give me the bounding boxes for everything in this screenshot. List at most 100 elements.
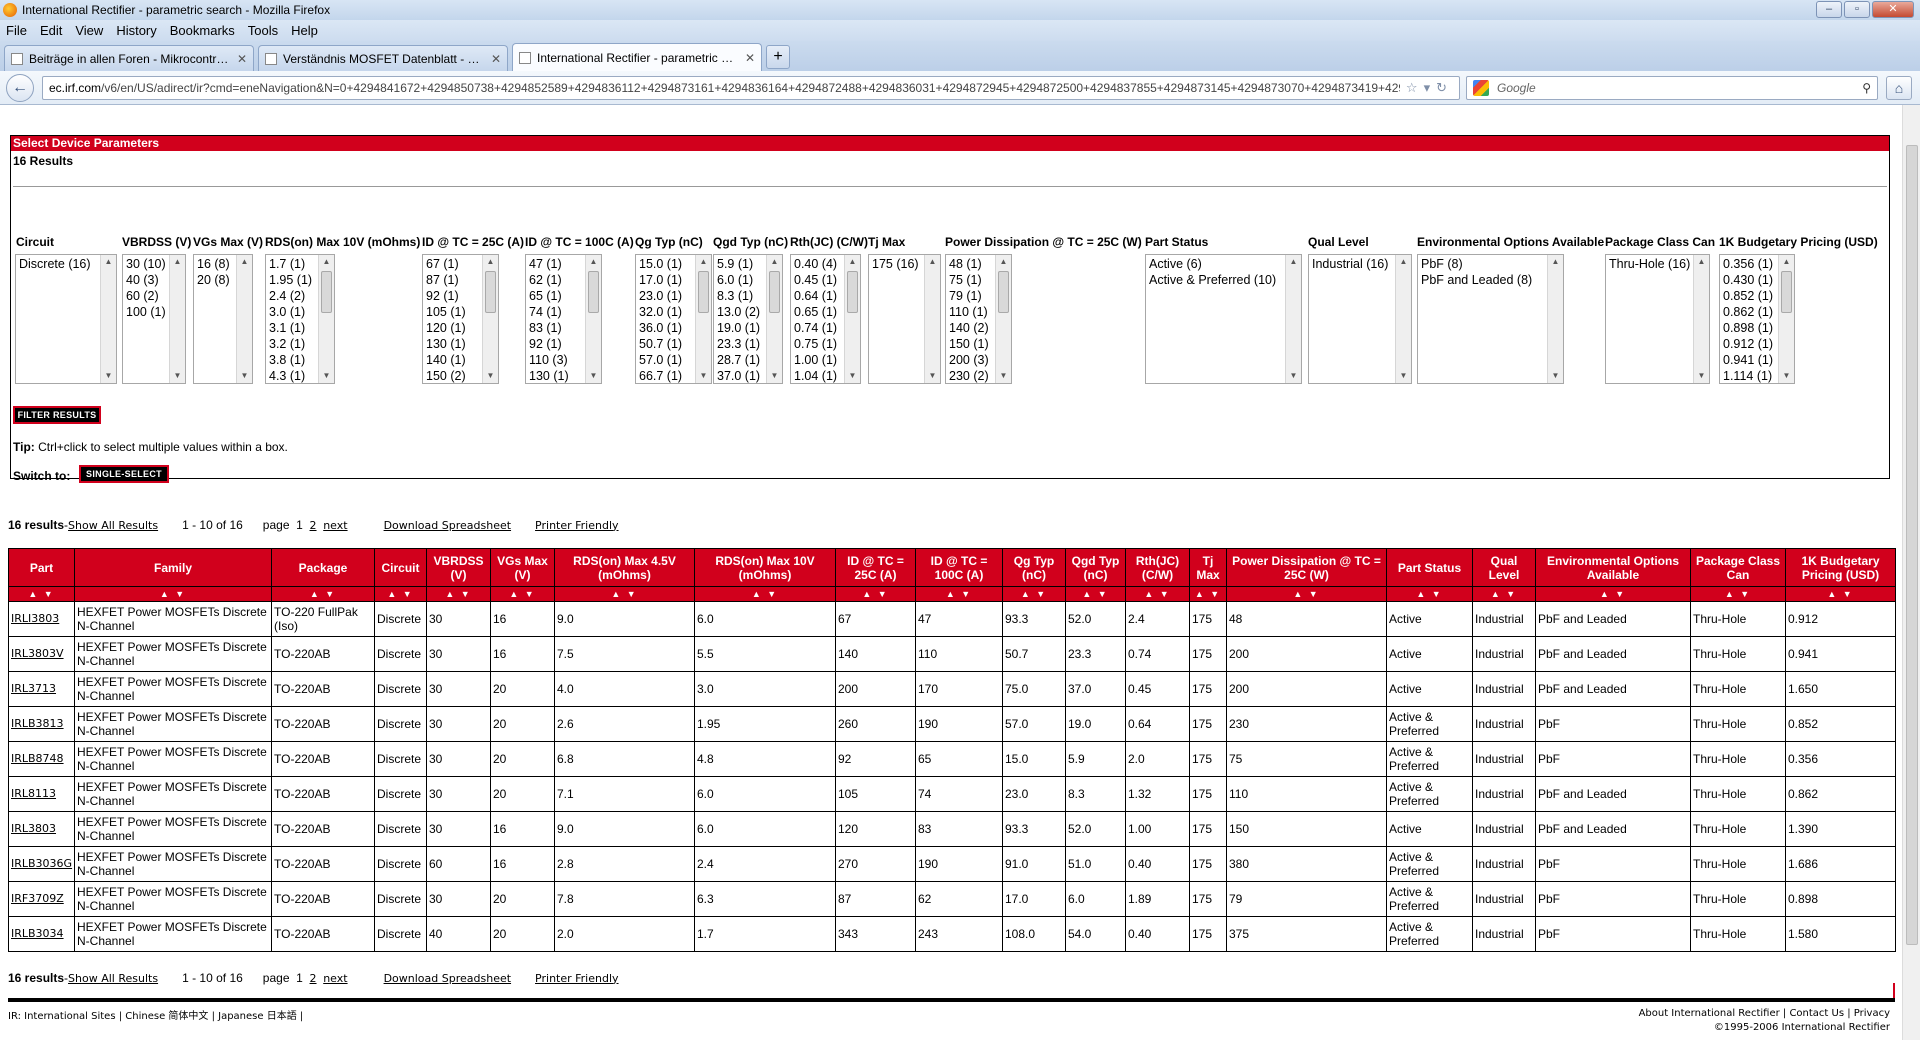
menu-edit[interactable]: Edit: [40, 23, 62, 38]
listbox-option[interactable]: 28.7 (1): [717, 352, 764, 368]
listbox-part-status[interactable]: Active (6) Active & Preferred (10) ▲ ▼: [1145, 254, 1302, 384]
listbox-option[interactable]: 74 (1): [529, 304, 583, 320]
listbox-option[interactable]: 13.0 (2): [717, 304, 764, 320]
scroll-down-arrow-icon[interactable]: ▼: [1286, 369, 1301, 383]
listbox-vbrdss[interactable]: 30 (10) 40 (3) 60 (2) 100 (1) ▲ ▼: [122, 254, 186, 384]
scroll-up-arrow-icon[interactable]: ▲: [483, 255, 498, 269]
scroll-down-arrow-icon[interactable]: ▼: [1779, 369, 1794, 383]
sort-arrows-icon[interactable]: ▲ ▼: [374, 586, 427, 602]
sort-arrows-icon[interactable]: ▲ ▼: [1065, 586, 1126, 602]
listbox-option[interactable]: 66.7 (1): [639, 368, 693, 383]
close-window-button[interactable]: ✕: [1872, 1, 1914, 18]
listbox-option[interactable]: 1.00 (1): [794, 352, 842, 368]
scroll-down-arrow-icon[interactable]: ▼: [1396, 369, 1411, 383]
listbox-option[interactable]: 83 (1): [529, 320, 583, 336]
listbox-circuit[interactable]: Discrete (16) ▲ ▼: [15, 254, 117, 384]
listbox-option[interactable]: Thru-Hole (16): [1609, 256, 1691, 272]
listbox-scrollbar[interactable]: ▲ ▼: [995, 255, 1011, 383]
part-number-link[interactable]: IRL3803: [8, 811, 75, 847]
listbox-option[interactable]: 32.0 (1): [639, 304, 693, 320]
listbox-scrollbar[interactable]: ▲ ▼: [482, 255, 498, 383]
listbox-scrollbar[interactable]: ▲ ▼: [766, 255, 782, 383]
listbox-scrollbar[interactable]: ▲ ▼: [1693, 255, 1709, 383]
listbox-scrollbar[interactable]: ▲ ▼: [100, 255, 116, 383]
part-number-link[interactable]: IRL3713: [8, 671, 75, 707]
next-page-link[interactable]: next: [323, 519, 347, 532]
listbox-option[interactable]: Active & Preferred (10): [1149, 272, 1283, 288]
part-number-link[interactable]: IRL8113: [8, 776, 75, 812]
scroll-up-arrow-icon[interactable]: ▲: [101, 255, 116, 269]
sort-arrows-icon[interactable]: ▲ ▼: [1226, 586, 1387, 602]
download-spreadsheet-link[interactable]: Download Spreadsheet: [384, 519, 511, 532]
sort-arrows-icon[interactable]: ▲ ▼: [490, 586, 555, 602]
listbox-option[interactable]: 3.2 (1): [269, 336, 316, 352]
listbox-scrollbar[interactable]: ▲ ▼: [585, 255, 601, 383]
listbox-option[interactable]: 0.430 (1): [1723, 272, 1776, 288]
maximize-button[interactable]: ▫: [1844, 1, 1870, 18]
scroll-up-arrow-icon[interactable]: ▲: [1286, 255, 1301, 269]
listbox-power-dissipation[interactable]: 48 (1) 75 (1) 79 (1) 110 (1) 140 (2) 150 (1) 2…: [945, 254, 1012, 384]
listbox-option[interactable]: 0.64 (1): [794, 288, 842, 304]
listbox-option[interactable]: 79 (1): [949, 288, 993, 304]
listbox-option[interactable]: 92 (1): [426, 288, 480, 304]
menu-help[interactable]: Help: [291, 23, 318, 38]
listbox-scrollbar[interactable]: ▲ ▼: [1395, 255, 1411, 383]
listbox-option[interactable]: 20 (8): [197, 272, 234, 288]
page-scrollbar-thumb[interactable]: [1906, 145, 1918, 945]
listbox-option[interactable]: 105 (1): [426, 304, 480, 320]
scroll-up-arrow-icon[interactable]: ▲: [696, 255, 711, 269]
scrollbar-thumb[interactable]: [847, 271, 858, 313]
listbox-option[interactable]: 110 (1): [949, 304, 993, 320]
listbox-option[interactable]: 57.0 (1): [639, 352, 693, 368]
listbox-option[interactable]: 17.0 (1): [639, 272, 693, 288]
tab-mikrocontroller-forum[interactable]: Beiträge in allen Foren - Mikrocontrol..…: [4, 45, 254, 71]
scrollbar-thumb[interactable]: [1781, 271, 1792, 313]
part-number-link[interactable]: IRLB8748: [8, 741, 75, 777]
page-2-link[interactable]: 2: [310, 972, 317, 985]
part-number-link[interactable]: IRLI3803: [8, 601, 75, 637]
part-number-link[interactable]: IRLB3034: [8, 916, 75, 952]
listbox-option[interactable]: 0.40 (4): [794, 256, 842, 272]
listbox-option[interactable]: 30 (10): [126, 256, 167, 272]
scroll-up-arrow-icon[interactable]: ▲: [237, 255, 252, 269]
listbox-option[interactable]: 4.3 (1): [269, 368, 316, 383]
menu-history[interactable]: History: [116, 23, 156, 38]
scrollbar-thumb[interactable]: [588, 271, 599, 313]
listbox-option[interactable]: 3.0 (1): [269, 304, 316, 320]
sort-arrows-icon[interactable]: ▲ ▼: [74, 586, 272, 602]
listbox-budgetary-pricing[interactable]: 0.356 (1) 0.430 (1) 0.852 (1) 0.862 (1) 0.89…: [1719, 254, 1795, 384]
part-number-link[interactable]: IRLB3813: [8, 706, 75, 742]
scrollbar-thumb[interactable]: [998, 271, 1009, 313]
show-all-results-link[interactable]: Show All Results: [68, 519, 158, 532]
listbox-id-25c[interactable]: 67 (1) 87 (1) 92 (1) 105 (1) 120 (1) 130 (1) 1…: [422, 254, 499, 384]
scrollbar-thumb[interactable]: [698, 271, 709, 313]
listbox-option[interactable]: 130 (1): [529, 368, 583, 383]
scroll-down-arrow-icon[interactable]: ▼: [845, 369, 860, 383]
scroll-down-arrow-icon[interactable]: ▼: [1694, 369, 1709, 383]
page-2-link[interactable]: 2: [310, 519, 317, 532]
sort-arrows-icon[interactable]: ▲ ▼: [915, 586, 1003, 602]
footer-international-sites[interactable]: IR: International Sites | Chinese 简体中文 |…: [8, 1007, 303, 1022]
sort-arrows-icon[interactable]: ▲ ▼: [694, 586, 836, 602]
listbox-qgd-typ[interactable]: 5.9 (1) 6.0 (1) 8.3 (1) 13.0 (2) 19.0 (1) 23.…: [713, 254, 783, 384]
listbox-scrollbar[interactable]: ▲ ▼: [169, 255, 185, 383]
show-all-results-link[interactable]: Show All Results: [68, 972, 158, 985]
sort-arrows-icon[interactable]: ▲ ▼: [1002, 586, 1066, 602]
search-input[interactable]: Google: [1497, 81, 1862, 95]
listbox-option[interactable]: 200 (3): [949, 352, 993, 368]
printer-friendly-link[interactable]: Printer Friendly: [535, 519, 618, 532]
listbox-option[interactable]: 60 (2): [126, 288, 167, 304]
listbox-option[interactable]: 16 (8): [197, 256, 234, 272]
listbox-option[interactable]: 0.65 (1): [794, 304, 842, 320]
printer-friendly-link[interactable]: Printer Friendly: [535, 972, 618, 985]
back-button[interactable]: ←: [6, 73, 34, 102]
listbox-option[interactable]: 5.9 (1): [717, 256, 764, 272]
listbox-option[interactable]: 3.8 (1): [269, 352, 316, 368]
listbox-option[interactable]: Active (6): [1149, 256, 1283, 272]
listbox-option[interactable]: 0.45 (1): [794, 272, 842, 288]
scroll-up-arrow-icon[interactable]: ▲: [845, 255, 860, 269]
listbox-qual-level[interactable]: Industrial (16) ▲ ▼: [1308, 254, 1412, 384]
listbox-option[interactable]: 0.356 (1): [1723, 256, 1776, 272]
listbox-option[interactable]: 1.04 (1): [794, 368, 842, 383]
listbox-option[interactable]: 2.4 (2): [269, 288, 316, 304]
